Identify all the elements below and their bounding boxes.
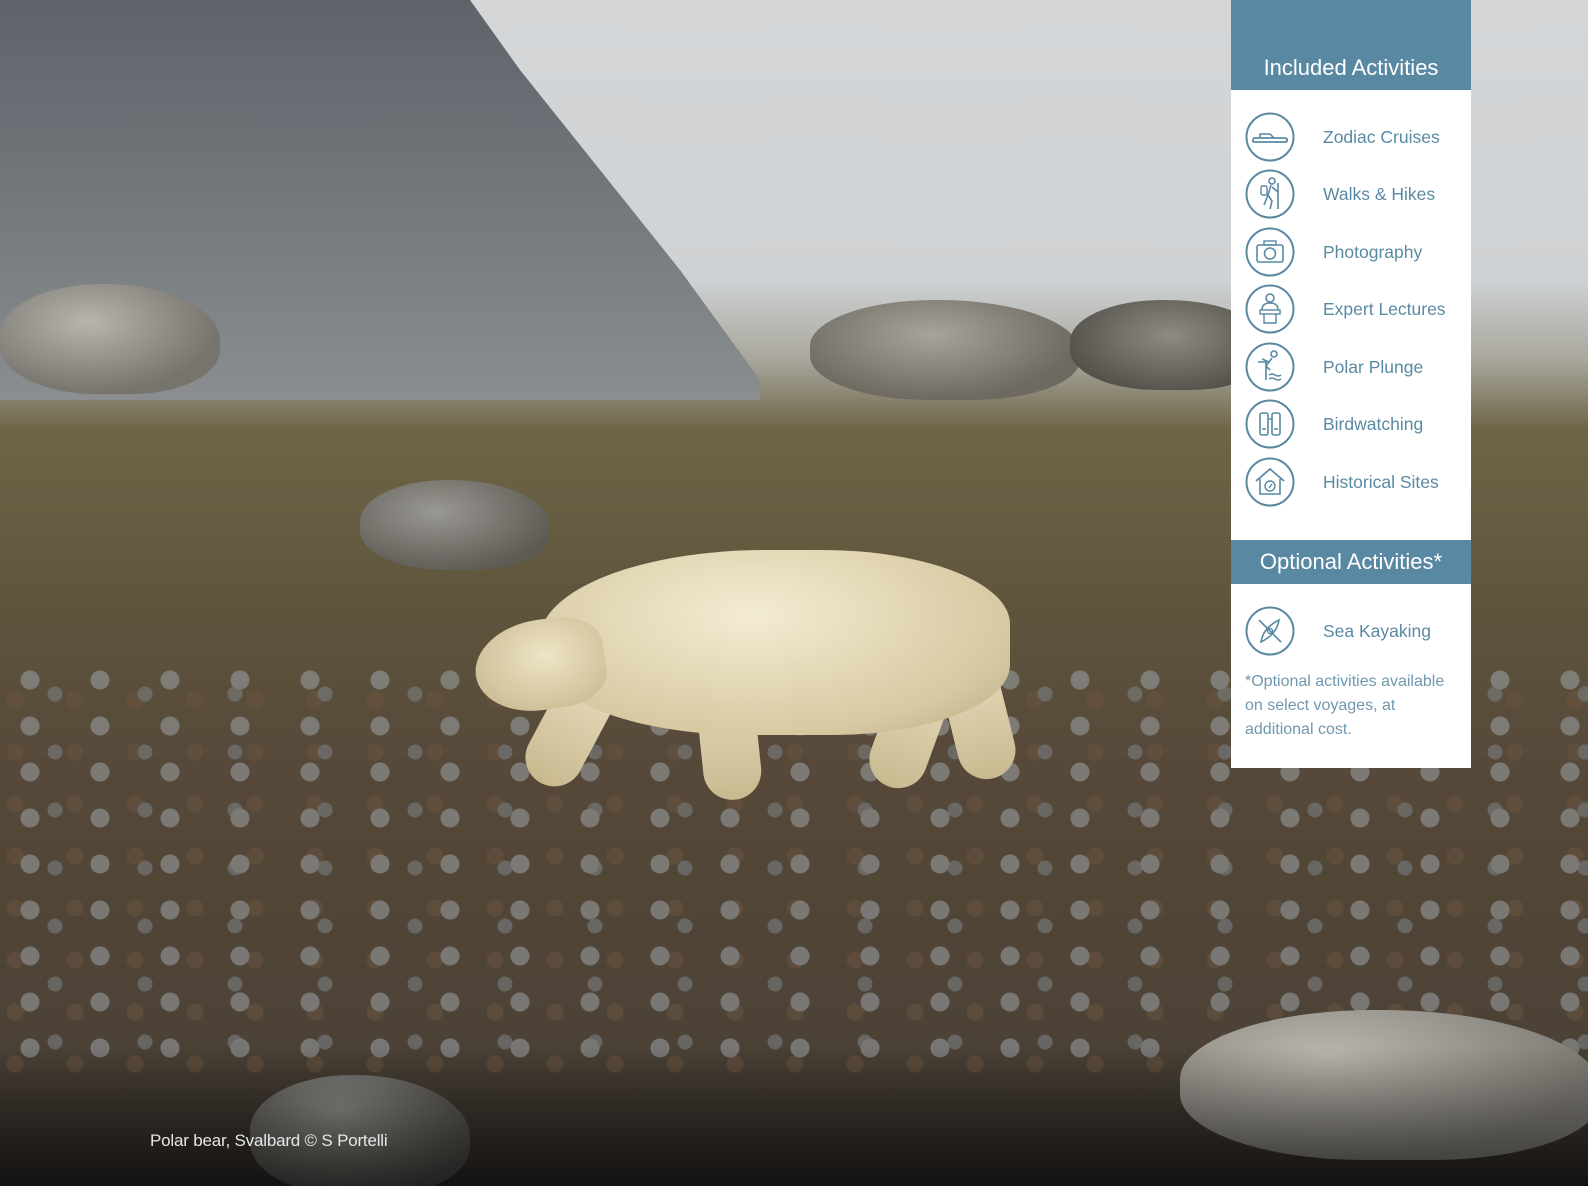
bottom-shade [0, 1046, 1588, 1186]
swimmer-icon [1245, 342, 1295, 392]
included-activities-title: Included Activities [1263, 55, 1439, 80]
activity-item-walks-hikes: Walks & Hikes [1245, 168, 1435, 220]
activity-label: Zodiac Cruises [1323, 126, 1440, 147]
activity-label: Sea Kayaking [1323, 620, 1431, 641]
activity-item-historical-sites: Historical Sites [1245, 456, 1439, 508]
activity-label: Photography [1323, 241, 1423, 262]
activity-label: Expert Lectures [1323, 298, 1446, 319]
photo-caption: Polar bear, Svalbard © S Portelli [150, 1131, 388, 1150]
activity-label: Historical Sites [1323, 471, 1439, 492]
activity-item-birdwatching: Birdwatching [1245, 398, 1423, 450]
activity-item-expert-lectures: Expert Lectures [1245, 283, 1446, 335]
activity-item-zodiac-cruises: Zodiac Cruises [1245, 111, 1440, 163]
activity-label: Birdwatching [1323, 413, 1424, 434]
activity-item-polar-plunge: Polar Plunge [1245, 341, 1423, 393]
optional-activities-note: *Optional activities available on select… [1245, 673, 1445, 738]
zodiac-boat-icon [1245, 112, 1295, 162]
camera-icon [1245, 227, 1295, 277]
lecturer-icon [1245, 284, 1295, 334]
historic-house-icon [1245, 457, 1295, 507]
hiker-icon [1245, 169, 1295, 219]
boulder [0, 284, 220, 394]
optional-activities-header: Optional Activities* [1231, 540, 1471, 584]
included-activities-header: Included Activities [1231, 0, 1471, 90]
kayak-icon [1245, 606, 1295, 656]
activity-item-photography: Photography [1245, 226, 1422, 278]
polar-bear-body [540, 550, 1010, 735]
binoculars-icon [1245, 399, 1295, 449]
activity-label: Polar Plunge [1323, 356, 1424, 377]
activity-item-sea-kayaking: Sea Kayaking [1245, 605, 1431, 657]
activities-panel: Included Activities Zodiac Cruises Walks… [1231, 0, 1471, 768]
activity-label: Walks & Hikes [1323, 183, 1436, 204]
boulder [810, 300, 1080, 400]
boulder [360, 480, 550, 570]
